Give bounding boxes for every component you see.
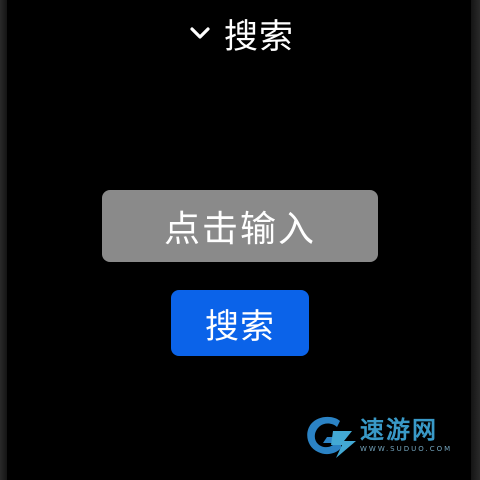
search-input[interactable]: 点击输入 <box>102 190 378 262</box>
screen-edge-right <box>471 0 480 480</box>
search-input-placeholder: 点击输入 <box>163 209 316 250</box>
search-button-label: 搜索 <box>205 306 275 347</box>
watermark-logo-icon <box>300 411 358 459</box>
watermark: 速游网 WWW.SUDUO.COM <box>300 410 466 460</box>
header: 搜索 <box>0 12 480 62</box>
search-button[interactable]: 搜索 <box>171 290 309 356</box>
screen-edge-left <box>0 0 7 480</box>
watermark-url: WWW.SUDUO.COM <box>360 445 453 453</box>
watermark-name: 速游网 <box>360 416 438 444</box>
chevron-down-icon[interactable] <box>186 19 214 47</box>
page-title: 搜索 <box>224 17 294 57</box>
